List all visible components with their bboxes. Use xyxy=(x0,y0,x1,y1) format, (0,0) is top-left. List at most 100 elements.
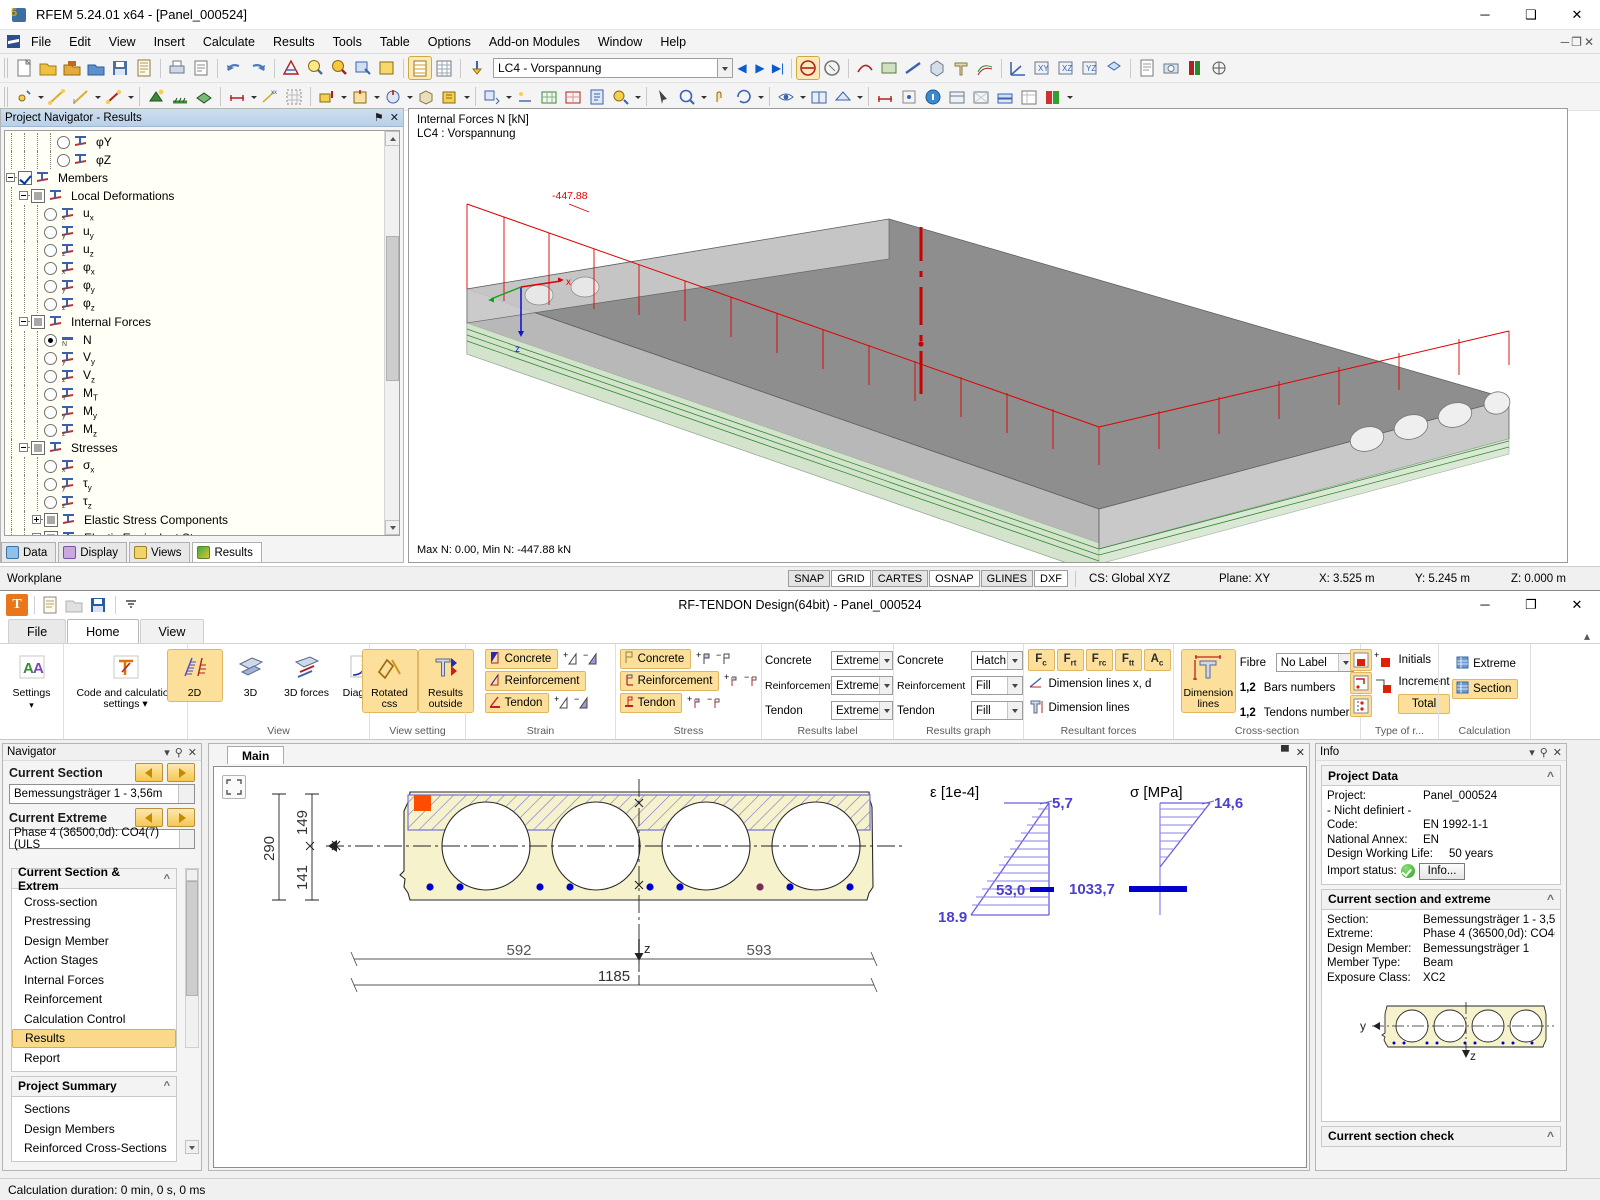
tree-item[interactable]: Members xyxy=(5,169,383,187)
chevron-down-icon[interactable]: ▾ xyxy=(1529,746,1535,759)
strain-tendon-chip[interactable]: Tendon xyxy=(484,693,550,713)
chevron-down-icon[interactable] xyxy=(1007,652,1022,669)
model-info-icon[interactable] xyxy=(922,86,944,108)
pin-icon[interactable]: ⚑ xyxy=(374,111,384,124)
section-check-header[interactable]: Current section check ^ xyxy=(1321,1125,1561,1147)
increment-plus-icon[interactable]: + xyxy=(1374,650,1392,672)
cross-section-canvas[interactable]: 290 149 141 z 592 593 1185 ε [1e-4] 5,7 … xyxy=(213,766,1307,1168)
free-load-icon[interactable] xyxy=(439,86,461,108)
increment-minus-icon[interactable] xyxy=(1374,675,1392,697)
view-options-icon[interactable] xyxy=(946,86,968,108)
tree-scrollbar[interactable] xyxy=(384,131,399,535)
next-extreme-button[interactable] xyxy=(167,808,195,827)
tree-expander-icon[interactable] xyxy=(18,187,32,205)
force-frt-button[interactable]: Frt xyxy=(1056,649,1084,671)
tree-item[interactable]: T MT xyxy=(5,385,383,403)
navigator-scrollbar-upper[interactable] xyxy=(185,868,199,1048)
dimension-icon[interactable] xyxy=(226,86,248,108)
tree-expander-icon[interactable] xyxy=(18,439,32,457)
nav-item-prestressing[interactable]: Prestressing xyxy=(12,912,176,932)
zoom-all-icon[interactable] xyxy=(328,57,350,79)
menu-results[interactable]: Results xyxy=(264,32,324,52)
new-surface-support-icon[interactable] xyxy=(193,86,215,108)
new-file-icon[interactable] xyxy=(13,57,35,79)
chevron-down-icon[interactable] xyxy=(878,702,892,719)
mdi-close-button[interactable]: ✕ xyxy=(1584,35,1594,49)
stress-tendon-plus-icon[interactable]: + xyxy=(687,694,702,714)
chevron-down-icon[interactable] xyxy=(1007,677,1022,694)
view-xz-icon[interactable]: XZ xyxy=(1055,57,1077,79)
stress-tendon-minus-icon[interactable]: − xyxy=(707,694,722,714)
tree-radio[interactable] xyxy=(44,297,57,311)
tree-radio[interactable] xyxy=(44,225,57,239)
pan-icon[interactable] xyxy=(709,86,731,108)
layers-icon[interactable] xyxy=(994,86,1016,108)
chevron-down-icon[interactable] xyxy=(1007,702,1022,719)
view-3d-button[interactable]: 3D xyxy=(223,649,279,702)
tree-item[interactable]: z uz xyxy=(5,241,383,259)
zoom-tool-dropdown[interactable] xyxy=(699,86,708,108)
zoom-window-icon[interactable] xyxy=(304,57,326,79)
tree-item[interactable]: y φy xyxy=(5,277,383,295)
menu-help[interactable]: Help xyxy=(651,32,695,52)
rotated-css-button[interactable]: Rotated css xyxy=(361,649,418,713)
tree-item[interactable]: x φx xyxy=(5,259,383,277)
pin-icon[interactable]: ⚲ xyxy=(175,746,183,759)
nav-item-design-member[interactable]: Design Member xyxy=(12,931,176,951)
last-load-case-button[interactable]: ▶| xyxy=(769,58,787,78)
tree-checkbox[interactable] xyxy=(44,513,58,527)
chevron-up-icon[interactable]: ^ xyxy=(1547,769,1554,783)
redo-icon[interactable] xyxy=(247,57,269,79)
navigator-scrollbar-lower[interactable] xyxy=(185,1140,199,1156)
tree-expander-icon[interactable] xyxy=(5,169,19,187)
render-model-icon[interactable] xyxy=(280,57,302,79)
tree-radio[interactable] xyxy=(44,207,57,221)
project-data-header[interactable]: Project Data ^ xyxy=(1321,765,1561,786)
visibility-icon[interactable] xyxy=(775,86,797,108)
results-graph-tendon-combo[interactable]: Fill xyxy=(971,701,1023,720)
tree-checkbox[interactable] xyxy=(44,531,58,535)
rfem-minimize-button[interactable]: ─ xyxy=(1462,0,1508,30)
partial-view-icon[interactable] xyxy=(808,86,830,108)
status-toggle-cartes[interactable]: CARTES xyxy=(871,570,929,587)
color-legend-icon[interactable] xyxy=(1184,57,1206,79)
previous-extreme-button[interactable] xyxy=(135,808,163,827)
tree-item[interactable]: y uy xyxy=(5,223,383,241)
tree-radio[interactable] xyxy=(57,135,70,149)
tendon-maximize-button[interactable]: ❐ xyxy=(1508,590,1554,620)
dimension-lines-xd-label[interactable]: Dimension lines x, d xyxy=(1049,678,1152,690)
nav-item-results[interactable]: Results xyxy=(12,1028,176,1048)
new-load-dropdown[interactable] xyxy=(339,86,348,108)
menu-window[interactable]: Window xyxy=(589,32,651,52)
force-ftt-button[interactable]: Ftt xyxy=(1114,649,1142,671)
close-icon[interactable]: ✕ xyxy=(1296,746,1305,759)
current-section-combo[interactable]: Bemessungsträger 1 - 3,56m xyxy=(9,784,195,804)
solids-icon[interactable] xyxy=(926,57,948,79)
tree-radio[interactable] xyxy=(44,351,57,365)
tree-expander-icon[interactable] xyxy=(18,313,32,331)
fibre-combo[interactable]: No Label xyxy=(1275,653,1354,672)
tree-radio[interactable] xyxy=(44,423,57,437)
menu-tools[interactable]: Tools xyxy=(324,32,371,52)
isolines-icon[interactable] xyxy=(974,57,996,79)
ribbon-tab-file[interactable]: File xyxy=(8,619,67,643)
menu-calculate[interactable]: Calculate xyxy=(194,32,264,52)
previous-section-button[interactable] xyxy=(135,763,163,782)
new-icon[interactable] xyxy=(39,594,61,616)
restore-icon[interactable]: ▀ xyxy=(1281,746,1289,759)
copy-move-icon[interactable] xyxy=(481,86,503,108)
surfaces-icon[interactable] xyxy=(878,57,900,79)
tree-item[interactable]: y τy xyxy=(5,475,383,493)
grid-icon[interactable] xyxy=(283,86,305,108)
undo-icon[interactable] xyxy=(223,57,245,79)
stress-block-icon[interactable] xyxy=(1350,649,1373,671)
scroll-thumb[interactable] xyxy=(386,236,399,381)
copy-move-dropdown[interactable] xyxy=(504,86,513,108)
status-toggle-dxf[interactable]: DXF xyxy=(1034,570,1068,587)
strain-tendon-minus-icon[interactable]: − xyxy=(574,694,589,714)
view-xy-icon[interactable]: XY xyxy=(1031,57,1053,79)
tree-radio[interactable] xyxy=(44,495,57,509)
load-case-combo[interactable]: LC4 - Vorspannung xyxy=(493,58,718,78)
calculate-icon[interactable] xyxy=(610,86,632,108)
calculation-icon[interactable] xyxy=(586,86,608,108)
